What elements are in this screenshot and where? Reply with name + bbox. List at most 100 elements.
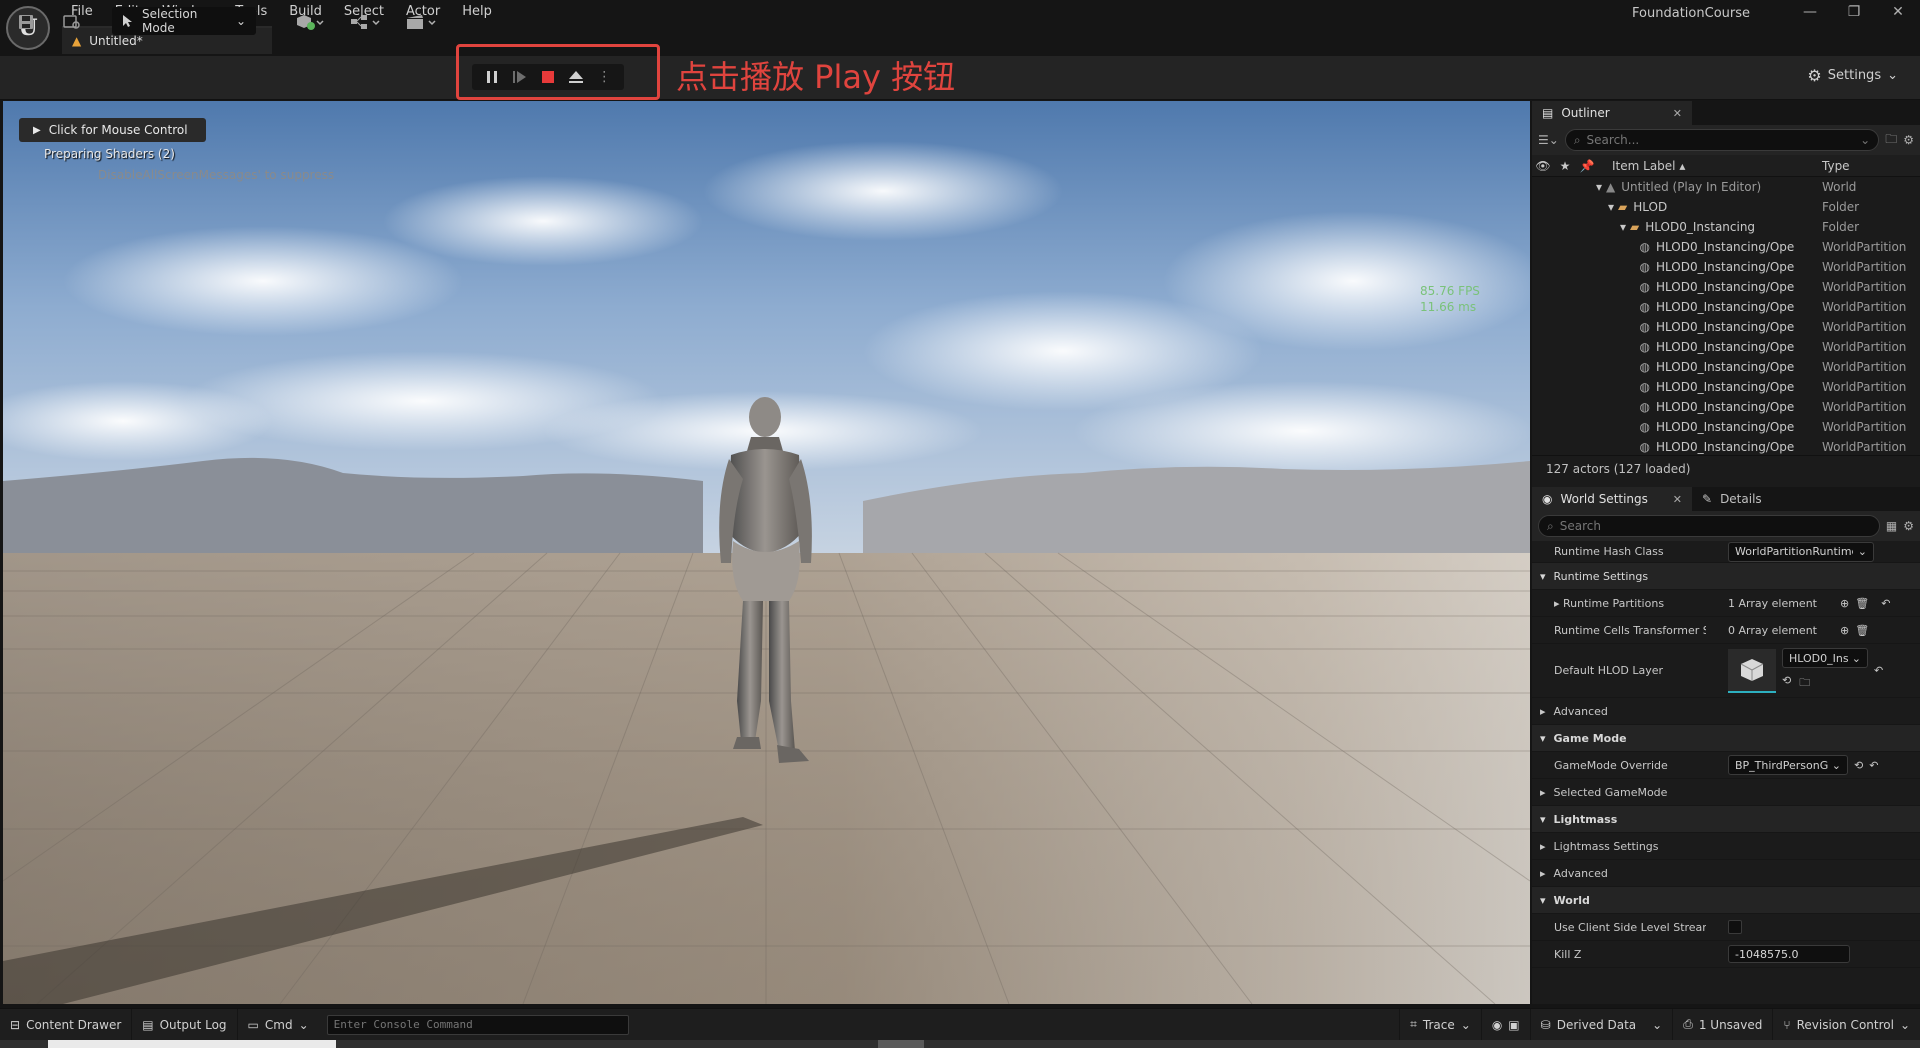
revision-control-label: Revision Control: [1796, 1017, 1894, 1032]
save-icon[interactable]: [14, 10, 38, 34]
taskbar-item[interactable]: [878, 1040, 924, 1048]
col-item-label[interactable]: Item Label ▴: [1612, 159, 1685, 173]
tree-row-actor[interactable]: ◍ HLOD0_Instancing/Ope WorldPartition: [1532, 337, 1920, 357]
tree-row-actor[interactable]: ◍ HLOD0_Instancing/Ope WorldPartition: [1532, 397, 1920, 417]
tree-row-actor[interactable]: ◍ HLOD0_Instancing/Ope WorldPartition: [1532, 297, 1920, 317]
tree-row-actor[interactable]: ◍ HLOD0_Instancing/Ope WorldPartition: [1532, 237, 1920, 257]
trash-icon[interactable]: 🗑: [1855, 597, 1869, 610]
tree-row-type: Folder: [1822, 220, 1860, 234]
prop-default-hlod-layer: Default HLOD Layer HLOD0_Ins ⌄ ⟲ 🗀 ↶: [1532, 644, 1920, 698]
gear-icon[interactable]: ⚙: [1903, 519, 1914, 533]
restore-icon[interactable]: ❐: [1832, 0, 1876, 24]
table-view-icon[interactable]: ▦: [1886, 519, 1897, 533]
tree-row-folder[interactable]: ▾ ▰ HLOD Folder: [1532, 197, 1920, 217]
blueprint-button[interactable]: [346, 10, 386, 34]
unsaved-button[interactable]: ⎙ 1 Unsaved: [1673, 1008, 1774, 1041]
filter-icon[interactable]: ☰⌄: [1538, 133, 1559, 147]
advanced-group[interactable]: ▸ Advanced: [1532, 860, 1920, 887]
mouse-control-button[interactable]: ▶ Click for Mouse Control: [19, 118, 206, 142]
outliner-icon: ▤: [1542, 106, 1554, 120]
gamemode-dropdown[interactable]: BP_ThirdPersonG ⌄: [1728, 755, 1848, 775]
category-game-mode[interactable]: ▾ Game Mode: [1532, 725, 1920, 752]
eject-icon[interactable]: [568, 70, 584, 84]
new-folder-icon[interactable]: 🗀: [1885, 130, 1897, 151]
col-type[interactable]: Type: [1822, 159, 1850, 173]
tree-row-world[interactable]: ▾ ▲ Untitled (Play In Editor) World: [1532, 177, 1920, 197]
hlod-layer-dropdown[interactable]: HLOD0_Ins ⌄: [1782, 648, 1868, 668]
console-command-input[interactable]: [326, 1014, 629, 1035]
category-world[interactable]: ▾ World: [1532, 887, 1920, 914]
reset-icon[interactable]: ↶: [1881, 597, 1890, 610]
selection-mode-dropdown[interactable]: Selection Mode ⌄: [112, 7, 256, 35]
advanced-group[interactable]: ▸ Advanced: [1532, 698, 1920, 725]
cinematics-button[interactable]: [402, 10, 442, 34]
outliner-search-input[interactable]: [1586, 133, 1855, 147]
tree-row-actor[interactable]: ◍ HLOD0_Instancing/Ope WorldPartition: [1532, 317, 1920, 337]
frame-skip-icon[interactable]: [512, 70, 528, 84]
client-side-streaming-checkbox[interactable]: [1728, 920, 1742, 934]
tree-row-actor[interactable]: ◍ HLOD0_Instancing/Ope WorldPartition: [1532, 417, 1920, 437]
reset-icon[interactable]: ↶: [1869, 759, 1878, 772]
tree-row-actor[interactable]: ◍ HLOD0_Instancing/Ope WorldPartition: [1532, 257, 1920, 277]
gear-icon[interactable]: ⚙: [1903, 133, 1914, 147]
tree-row-actor[interactable]: ◍ HLOD0_Instancing/Ope WorldPartition: [1532, 437, 1920, 455]
more-options-icon[interactable]: ⋮: [597, 69, 611, 85]
prop-label[interactable]: ▸ Runtime Partitions: [1532, 597, 1706, 610]
stop-icon[interactable]: [541, 70, 555, 84]
trash-icon[interactable]: 🗑: [1855, 624, 1869, 637]
category-lightmass[interactable]: ▾ Lightmass: [1532, 806, 1920, 833]
tab-outliner[interactable]: ▤ Outliner ✕: [1532, 101, 1692, 125]
chevron-down-icon: ▾: [1540, 812, 1546, 826]
use-selected-icon[interactable]: ⟲: [1854, 759, 1863, 772]
tab-world-settings[interactable]: ◉ World Settings ✕: [1532, 487, 1692, 511]
add-element-icon[interactable]: ⊕: [1840, 597, 1849, 610]
category-label: Lightmass: [1553, 812, 1618, 826]
use-selected-icon[interactable]: ⟲: [1782, 674, 1791, 693]
derived-data-button[interactable]: ⛁ Derived Data ⌄: [1531, 1008, 1674, 1041]
tree-row-label: HLOD0_Instancing/Ope: [1656, 320, 1795, 334]
category-runtime-settings[interactable]: ▾ Runtime Settings: [1532, 563, 1920, 590]
browse-level-icon[interactable]: [60, 10, 84, 34]
cmd-dropdown[interactable]: ▭ Cmd ⌄: [238, 1009, 319, 1041]
tree-row-folder[interactable]: ▾ ▰ HLOD0_Instancing Folder: [1532, 217, 1920, 237]
star-icon[interactable]: ★: [1554, 159, 1576, 173]
minimize-icon[interactable]: —: [1788, 0, 1832, 24]
taskbar-item[interactable]: [48, 1040, 336, 1048]
runtime-hash-dropdown[interactable]: WorldPartitionRuntime ⌄: [1728, 541, 1874, 562]
close-icon[interactable]: ✕: [1876, 0, 1920, 24]
add-actor-button[interactable]: [292, 10, 328, 34]
output-log-button[interactable]: ▤ Output Log: [132, 1008, 238, 1041]
revision-control-button[interactable]: ⑂ Revision Control ⌄: [1773, 1009, 1920, 1041]
screenshot-icon[interactable]: ▣: [1508, 1018, 1519, 1032]
details-search[interactable]: ⌕: [1538, 515, 1880, 537]
add-element-icon[interactable]: ⊕: [1840, 624, 1849, 637]
tree-row-actor[interactable]: ◍ HLOD0_Instancing/Ope WorldPartition: [1532, 357, 1920, 377]
tree-row-actor[interactable]: ◍ HLOD0_Instancing/Ope WorldPartition: [1532, 277, 1920, 297]
array-count: 1 Array element: [1728, 596, 1817, 610]
record-icon[interactable]: ◉: [1492, 1018, 1502, 1032]
trace-dropdown[interactable]: ⌗ Trace ⌄: [1399, 1008, 1482, 1041]
pin-icon[interactable]: 📌: [1576, 159, 1598, 173]
settings-button[interactable]: ⚙ Settings ⌄: [1807, 66, 1898, 85]
close-icon[interactable]: ✕: [1673, 107, 1682, 120]
reset-icon[interactable]: ↶: [1874, 664, 1883, 677]
prop-kill-z: Kill Z -1048575.0: [1532, 941, 1920, 968]
level-viewport[interactable]: [3, 101, 1530, 1004]
pause-icon[interactable]: [485, 70, 499, 84]
tree-row-actor[interactable]: ◍ HLOD0_Instancing/Ope WorldPartition: [1532, 377, 1920, 397]
browse-icon[interactable]: 🗀: [1799, 674, 1810, 693]
visibility-icon[interactable]: 👁: [1532, 159, 1554, 173]
selected-gamemode-group[interactable]: ▸ Selected GameMode: [1532, 779, 1920, 806]
group-label: Selected GameMode: [1553, 785, 1668, 799]
tab-details[interactable]: ✎ Details: [1692, 487, 1772, 511]
close-icon[interactable]: ✕: [1673, 493, 1682, 506]
kill-z-field[interactable]: -1048575.0: [1728, 945, 1850, 963]
content-drawer-button[interactable]: ⊟ Content Drawer: [0, 1008, 133, 1041]
chevron-down-icon: ⌄: [1860, 133, 1871, 147]
prop-label: Runtime Cells Transformer St...: [1554, 623, 1706, 637]
details-search-input[interactable]: [1559, 519, 1871, 533]
asset-thumbnail[interactable]: [1728, 648, 1776, 693]
lightmass-settings-group[interactable]: ▸ Lightmass Settings: [1532, 833, 1920, 860]
outliner-search[interactable]: ⌕ ⌄: [1564, 129, 1880, 151]
menu-help[interactable]: Help: [451, 0, 503, 24]
